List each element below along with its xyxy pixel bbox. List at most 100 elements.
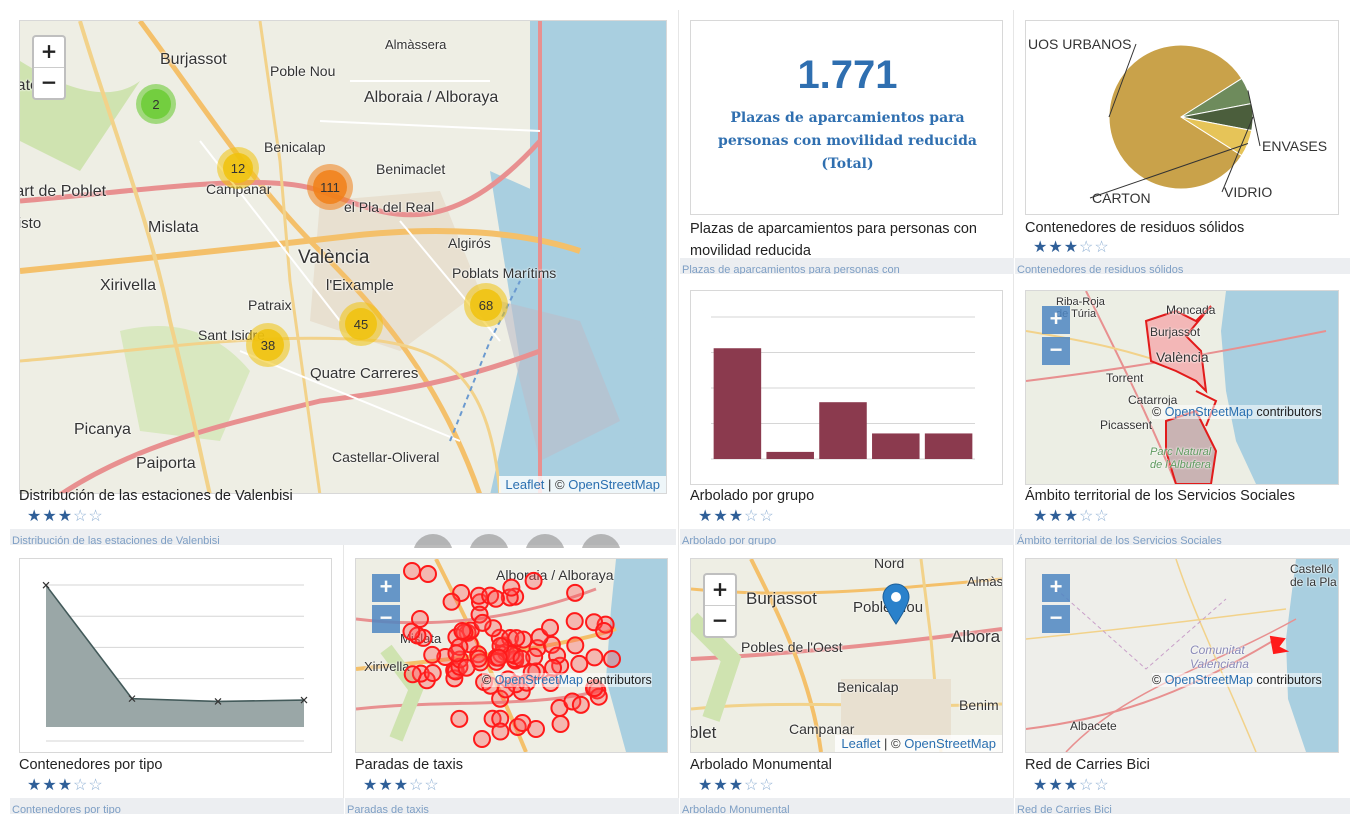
- bar: [766, 451, 814, 459]
- zoom-in-button[interactable]: +: [705, 575, 735, 606]
- map-zoom-control[interactable]: + −: [703, 573, 737, 638]
- card-footer-link[interactable]: Ámbito territorial de los Servicios Soci…: [1015, 529, 1350, 545]
- zoom-in-button[interactable]: +: [1042, 574, 1070, 602]
- map-cluster-marker[interactable]: 12: [217, 147, 259, 189]
- map-place-label: Alboraia / Alboraya: [364, 89, 499, 106]
- card-arbolado-grupo[interactable]: Arbolado por grupo ★★★☆☆ Arbolado por gr…: [680, 280, 1014, 545]
- line-chart-panel: [19, 558, 332, 753]
- zoom-out-button[interactable]: −: [34, 68, 64, 98]
- map-place-label: Burjassot: [1150, 325, 1201, 339]
- map-place-label: Castellar-Oliveral: [332, 449, 440, 465]
- cluster-count: 38: [252, 329, 284, 361]
- card-footer-link[interactable]: Distribución de las estaciones de Valenb…: [10, 529, 676, 545]
- osm-link[interactable]: OpenStreetMap: [1165, 405, 1253, 419]
- map-place-label: Parc Natural de l'Albufera: [1150, 446, 1212, 471]
- leaflet-link[interactable]: Leaflet: [841, 736, 880, 751]
- card-title[interactable]: Red de Carries Bici: [1025, 755, 1341, 775]
- pie-chart-panel: UOS URBANOS ENVASES VIDRIO CARTON: [1025, 20, 1339, 215]
- rating-filled-stars: ★★★: [1033, 239, 1080, 256]
- zoom-out-button[interactable]: −: [705, 606, 735, 636]
- taxi-stop-marker: [502, 578, 521, 597]
- social-services-map[interactable]: Riba-Roja de Túria Moncada Burjassot Val…: [1025, 290, 1339, 485]
- card-kpi[interactable]: 1.771 Plazas de aparcamientos para perso…: [680, 10, 1014, 278]
- card-residuos[interactable]: UOS URBANOS ENVASES VIDRIO CARTON Contenedo…: [1015, 10, 1350, 278]
- pie-slice-label: UOS URBANOS: [1028, 36, 1131, 52]
- column-divider: [1013, 10, 1014, 812]
- card-title[interactable]: Arbolado Monumental: [690, 755, 1006, 775]
- card-footer-link[interactable]: Arbolado por grupo: [680, 529, 1014, 545]
- osm-link[interactable]: OpenStreetMap: [904, 736, 996, 751]
- map-pin-icon[interactable]: [881, 583, 911, 625]
- map-zoom-control[interactable]: + −: [372, 574, 400, 636]
- taxi-stop-marker: [507, 629, 526, 648]
- map-cluster-marker[interactable]: 45: [339, 302, 383, 346]
- card-title[interactable]: Contenedores por tipo: [19, 755, 335, 775]
- map-place-label: Benicalap: [264, 139, 326, 155]
- map-place-label: Albacete: [1070, 719, 1117, 733]
- pie-slice-label: CARTON: [1092, 190, 1151, 206]
- map-place-label: l'Eixample: [326, 277, 394, 294]
- map-place-label: València: [1156, 349, 1209, 365]
- bar: [713, 348, 762, 459]
- taxi-stop-marker: [473, 730, 491, 748]
- map-cluster-marker[interactable]: 38: [246, 323, 290, 367]
- pie-chart: UOS URBANOS ENVASES VIDRIO CARTON: [1028, 36, 1327, 206]
- zoom-in-button[interactable]: +: [34, 37, 64, 68]
- card-footer-link[interactable]: Plazas de aparcamientos para personas co…: [680, 258, 1014, 274]
- card-footer-link[interactable]: Contenedores de residuos sólidos: [1015, 258, 1350, 274]
- zoom-in-button[interactable]: +: [372, 574, 400, 602]
- card-carries-bici[interactable]: Castelló de la Pla Comunitat Valenciana …: [1015, 548, 1350, 814]
- taxi-stop-marker: [423, 645, 442, 664]
- map-place-label: Poble Nou: [270, 63, 336, 79]
- taxi-map[interactable]: Alboraia / Alboraya Mislata Xirivella + …: [355, 558, 668, 753]
- rating-stars: ★★★☆☆: [1033, 509, 1110, 525]
- card-paradas-taxi[interactable]: Alboraia / Alboraya Mislata Xirivella + …: [345, 548, 679, 814]
- osm-link[interactable]: OpenStreetMap: [1165, 673, 1253, 687]
- taxi-stop-marker: [566, 583, 585, 602]
- map-place-label: Almàssera: [385, 37, 447, 52]
- map-cluster-marker[interactable]: 68: [464, 283, 508, 327]
- rating-stars: ★★★☆☆: [27, 778, 104, 794]
- card-title[interactable]: Plazas de aparcamientos para personas co…: [690, 218, 1006, 258]
- card-servicios-sociales[interactable]: Riba-Roja de Túria Moncada Burjassot Val…: [1015, 280, 1350, 545]
- map-zoom-control[interactable]: + −: [32, 35, 66, 100]
- pie-slice-label: ENVASES: [1262, 138, 1327, 154]
- map-place-label: Benimaclet: [376, 161, 446, 177]
- card-arbolado-monumental[interactable]: Nord Burjassot Poble Nou Almàss Pobles d…: [680, 548, 1014, 814]
- map-cluster-marker[interactable]: 2: [136, 84, 176, 124]
- rating-filled-stars: ★★★: [363, 777, 410, 794]
- zoom-out-button[interactable]: −: [1042, 337, 1070, 365]
- card-title[interactable]: Paradas de taxis: [355, 755, 671, 775]
- taxi-stop-marker: [571, 695, 590, 714]
- zoom-in-button[interactable]: +: [1042, 306, 1070, 334]
- zoom-out-button[interactable]: −: [1042, 605, 1070, 633]
- card-title[interactable]: Arbolado por grupo: [690, 486, 1006, 506]
- osm-link[interactable]: OpenStreetMap: [495, 673, 583, 687]
- taxi-stop-marker: [585, 648, 604, 667]
- map-place-label: València: [298, 247, 370, 268]
- valenbisi-map[interactable]: Burjassot Poble Nou Almàssera Alboraia /…: [19, 20, 667, 494]
- card-contenedores-tipo[interactable]: Contenedores por tipo ★★★☆☆ Contenedores…: [10, 548, 344, 814]
- card-valenbisi[interactable]: Burjassot Poble Nou Almàssera Alboraia /…: [10, 10, 676, 545]
- rating-stars: ★★★☆☆: [1033, 240, 1110, 256]
- card-title[interactable]: Ámbito territorial de los Servicios Soci…: [1025, 486, 1345, 506]
- bike-lanes-map[interactable]: Castelló de la Pla Comunitat Valenciana …: [1025, 558, 1339, 753]
- card-title[interactable]: Distribución de las estaciones de Valenb…: [19, 486, 659, 506]
- taxi-stop-marker: [403, 665, 422, 684]
- zoom-out-button[interactable]: −: [372, 605, 400, 633]
- map-zoom-control[interactable]: + −: [1042, 574, 1070, 636]
- taxi-stop-markers[interactable]: [356, 559, 667, 752]
- map-cluster-marker[interactable]: 111: [307, 164, 353, 210]
- card-title[interactable]: Contenedores de residuos sólidos: [1025, 218, 1341, 238]
- rating-empty-stars: ☆☆: [409, 777, 440, 794]
- cluster-count: 68: [470, 289, 502, 321]
- kpi-value: 1.771: [797, 53, 898, 97]
- map-place-label: Picassent: [1100, 418, 1153, 432]
- rating-filled-stars: ★★★: [27, 777, 74, 794]
- map-zoom-control[interactable]: + −: [1042, 306, 1070, 368]
- taxi-stop-marker: [566, 636, 585, 655]
- monumental-trees-map[interactable]: Nord Burjassot Poble Nou Almàss Pobles d…: [690, 558, 1003, 753]
- map-place-label: Castelló de la Pla: [1290, 562, 1337, 589]
- taxi-stop-marker: [453, 621, 472, 640]
- taxi-stop-marker: [473, 613, 492, 632]
